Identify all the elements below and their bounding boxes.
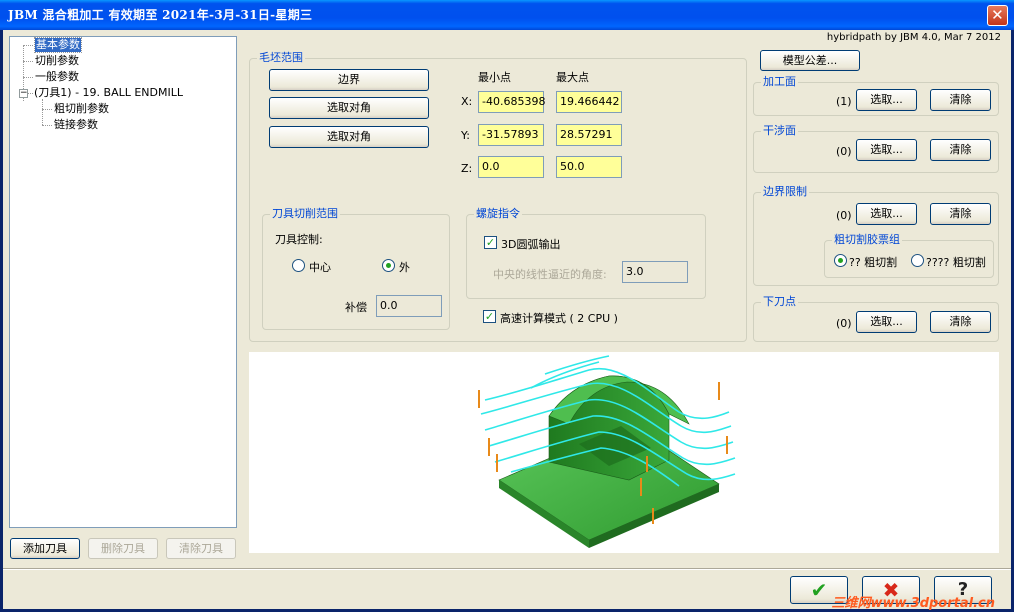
machining-surface-title: 加工面 (761, 75, 798, 89)
interference-surface-title: 干涉面 (761, 124, 798, 138)
fast-mode-checkbox[interactable]: ✓ (483, 310, 496, 323)
tree-item-tool-1[interactable]: (刀具1) - 19. BALL ENDMILL (34, 86, 183, 100)
model-tolerance-button[interactable]: 模型公差... (760, 50, 860, 71)
tree-item-basic-params[interactable]: 基本参数 (34, 37, 82, 53)
entry-point-title: 下刀点 (761, 295, 798, 309)
version-label: hybridpath by JBM 4.0, Mar 7 2012 (826, 32, 1001, 43)
dialog-body: hybridpath by JBM 4.0, Mar 7 2012 − 基本参数… (3, 30, 1011, 611)
boundary-limit-group: 边界限制 (0) 选取... 清除 粗切割胶票组 ?? 粗切割 ???? 粗切割 (753, 185, 999, 286)
outside-radio[interactable] (382, 259, 395, 272)
y-max-field[interactable]: 28.57291 (556, 124, 622, 146)
x-max-field[interactable]: 19.466442 (556, 91, 622, 113)
machining-select-button[interactable]: 选取... (856, 89, 917, 111)
entry-count: (0) (836, 317, 852, 330)
tree-line (42, 125, 52, 126)
roughing-group: 粗切割胶票组 ?? 粗切割 ???? 粗切割 (824, 233, 994, 278)
entry-select-button[interactable]: 选取... (856, 311, 917, 333)
tree-item-link-params[interactable]: 链接参数 (54, 118, 98, 132)
entry-point-group: 下刀点 (0) 选取... 清除 (753, 295, 999, 342)
tool-control-label: 刀具控制: (275, 233, 323, 246)
delete-tool-button[interactable]: 删除刀具 (88, 538, 158, 559)
window-title: JBM 混合粗加工 有效期至 2021年-3月-31日-星期三 (8, 8, 313, 22)
helix-group: 螺旋指令 ✓ 3D圆弧输出 中央的线性逼近的角度: 3.0 (466, 207, 706, 299)
model-preview-image (478, 355, 736, 548)
x-min-field[interactable]: -40.685398 (478, 91, 545, 113)
min-point-header: 最小点 (478, 71, 511, 84)
tool-range-group: 刀具切削范围 刀具控制: 中心 外 补偿 0.0 (262, 207, 450, 330)
footer-separator (3, 568, 1011, 570)
tree-item-roughing-params[interactable]: 粗切削参数 (54, 102, 109, 116)
boundary-limit-select-button[interactable]: 选取... (856, 203, 917, 225)
outside-label: 外 (399, 261, 410, 274)
angle-field[interactable]: 3.0 (622, 261, 688, 283)
roughing-option2-radio[interactable] (911, 254, 924, 267)
tree-item-cutting-params[interactable]: 切削参数 (35, 54, 79, 68)
add-tool-button[interactable]: 添加刀具 (10, 538, 80, 559)
offset-field[interactable]: 0.0 (376, 295, 442, 317)
tree-line (28, 93, 33, 94)
tree-line (23, 77, 33, 78)
center-label: 中心 (309, 261, 331, 274)
offset-label: 补偿 (345, 301, 367, 314)
fast-mode-label: 高速计算模式 ( 2 CPU ) (500, 312, 618, 325)
boundary-button[interactable]: 边界 (269, 69, 429, 91)
y-min-field[interactable]: -31.57893 (478, 124, 544, 146)
roughing-option2-label: ???? 粗切割 (926, 256, 986, 269)
roughing-group-title: 粗切割胶票组 (832, 233, 902, 247)
check-icon: ✔ (810, 578, 828, 602)
interference-surface-group: 干涉面 (0) 选取... 清除 (753, 124, 999, 173)
close-button[interactable]: ✕ (987, 5, 1008, 26)
interference-clear-button[interactable]: 清除 (930, 139, 991, 161)
tree-line (42, 99, 43, 125)
z-label: Z: (461, 162, 473, 175)
x-label: X: (461, 95, 473, 108)
roughing-option1-radio[interactable] (834, 254, 847, 267)
machining-count: (1) (836, 95, 852, 108)
boundary-limit-count: (0) (836, 209, 852, 222)
toolpath-preview[interactable] (249, 352, 999, 553)
tree-line (23, 61, 33, 62)
tree-line (42, 109, 52, 110)
entry-clear-button[interactable]: 清除 (930, 311, 991, 333)
tree-collapse-toggle[interactable]: − (19, 89, 28, 98)
z-min-field[interactable]: 0.0 (478, 156, 544, 178)
y-label: Y: (461, 129, 470, 142)
machining-surface-group: 加工面 (1) 选取... 清除 (753, 75, 999, 116)
tool-range-title: 刀具切削范围 (270, 207, 340, 221)
boundary-limit-clear-button[interactable]: 清除 (930, 203, 991, 225)
arc-output-checkbox[interactable]: ✓ (484, 236, 497, 249)
clear-tool-button[interactable]: 清除刀具 (166, 538, 236, 559)
blank-range-group: 毛坯范围 边界 选取对角 选取对角 最小点 最大点 X: -40.685398 … (249, 51, 747, 342)
angle-label: 中央的线性逼近的角度: (493, 268, 607, 281)
z-max-field[interactable]: 50.0 (556, 156, 622, 178)
pick-corner-button[interactable]: 选取对角 (269, 97, 429, 119)
interference-select-button[interactable]: 选取... (856, 139, 917, 161)
interference-count: (0) (836, 145, 852, 158)
pick-corner-button-2[interactable]: 选取对角 (269, 126, 429, 148)
boundary-limit-title: 边界限制 (761, 185, 809, 199)
title-bar[interactable]: JBM 混合粗加工 有效期至 2021年-3月-31日-星期三 ✕ (0, 0, 1014, 30)
blank-range-title: 毛坯范围 (257, 51, 305, 65)
helix-title: 螺旋指令 (474, 207, 522, 221)
machining-clear-button[interactable]: 清除 (930, 89, 991, 111)
max-point-header: 最大点 (556, 71, 589, 84)
center-radio[interactable] (292, 259, 305, 272)
arc-output-label: 3D圆弧输出 (501, 238, 561, 251)
parameter-tree[interactable]: − 基本参数 切削参数 一般参数 (刀具1) - 19. BALL ENDMIL… (9, 36, 237, 528)
roughing-option1-label: ?? 粗切割 (849, 256, 898, 269)
tree-item-general-params[interactable]: 一般参数 (35, 70, 79, 84)
watermark: 三维网www.3dportal.cn (831, 596, 995, 611)
tree-line (23, 45, 33, 46)
